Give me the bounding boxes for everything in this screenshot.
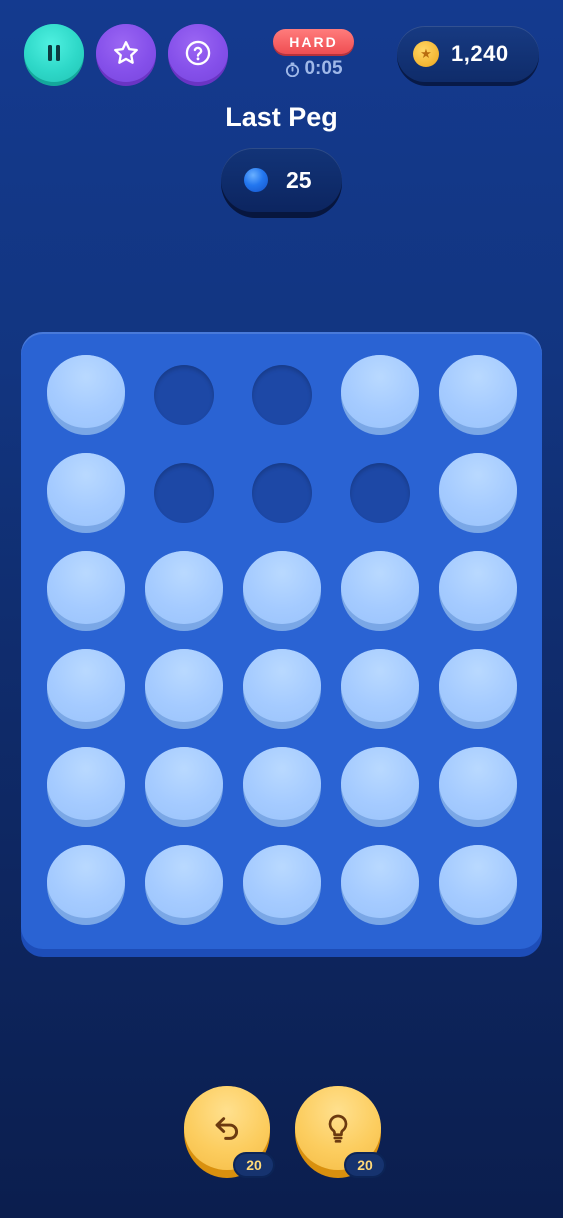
board-cell[interactable] — [242, 355, 322, 435]
board-cell[interactable] — [438, 747, 518, 827]
hint-count: 20 — [357, 1157, 373, 1173]
board-cell[interactable] — [340, 355, 420, 435]
undo-count-badge: 20 — [233, 1152, 275, 1178]
peg[interactable] — [47, 845, 125, 925]
board-cell[interactable] — [242, 551, 322, 631]
peg[interactable] — [439, 747, 517, 827]
board-cell[interactable] — [340, 551, 420, 631]
peg[interactable] — [439, 551, 517, 631]
board-cell[interactable] — [46, 453, 126, 533]
level-title: Last Peg — [225, 102, 338, 132]
peg[interactable] — [439, 355, 517, 435]
star-icon — [114, 41, 138, 64]
empty-hole[interactable] — [154, 463, 214, 523]
board-cell[interactable] — [46, 551, 126, 631]
peg[interactable] — [47, 453, 125, 533]
board-cell[interactable] — [438, 355, 518, 435]
pegs-remaining-value: 25 — [286, 166, 312, 193]
peg[interactable] — [145, 747, 223, 827]
difficulty-label: HARD — [289, 33, 338, 50]
game-board — [21, 332, 542, 957]
pegs-remaining-counter: 25 — [221, 148, 342, 218]
peg[interactable] — [341, 747, 419, 827]
timer-value: 0:05 — [304, 58, 343, 79]
board-cell[interactable] — [144, 453, 224, 533]
peg-grid — [21, 332, 542, 949]
board-cell[interactable] — [438, 845, 518, 925]
timer: 0:05 — [278, 57, 350, 81]
board-cell[interactable] — [144, 551, 224, 631]
board-cell[interactable] — [144, 845, 224, 925]
peg[interactable] — [145, 551, 223, 631]
peg[interactable] — [243, 747, 321, 827]
help-button[interactable] — [168, 24, 228, 86]
peg[interactable] — [439, 845, 517, 925]
empty-hole[interactable] — [350, 463, 410, 523]
coin-balance[interactable]: ★ 1,240 — [397, 26, 539, 86]
board-cell[interactable] — [242, 747, 322, 827]
board-cell[interactable] — [340, 747, 420, 827]
pause-icon — [48, 45, 60, 61]
board-cell[interactable] — [242, 649, 322, 729]
peg[interactable] — [243, 551, 321, 631]
peg[interactable] — [243, 649, 321, 729]
board-cell[interactable] — [340, 845, 420, 925]
stopwatch-icon — [286, 61, 300, 77]
board-cell[interactable] — [438, 551, 518, 631]
board-cell[interactable] — [144, 355, 224, 435]
undo-icon — [215, 1117, 239, 1140]
board-cell[interactable] — [438, 649, 518, 729]
pause-button[interactable] — [24, 24, 84, 86]
peg[interactable] — [47, 355, 125, 435]
peg[interactable] — [341, 649, 419, 729]
board-cell[interactable] — [46, 649, 126, 729]
empty-hole[interactable] — [252, 365, 312, 425]
peg[interactable] — [439, 649, 517, 729]
board-cell[interactable] — [340, 453, 420, 533]
peg[interactable] — [439, 453, 517, 533]
board-cell[interactable] — [46, 355, 126, 435]
board-cell[interactable] — [242, 845, 322, 925]
peg[interactable] — [341, 355, 419, 435]
peg[interactable] — [47, 747, 125, 827]
difficulty-badge: HARD — [273, 29, 354, 54]
peg[interactable] — [47, 649, 125, 729]
coin-icon: ★ — [413, 41, 439, 67]
coin-amount: 1,240 — [451, 41, 509, 66]
board-cell[interactable] — [46, 845, 126, 925]
lightbulb-icon — [328, 1114, 348, 1143]
board-cell[interactable] — [144, 747, 224, 827]
hint-count-badge: 20 — [344, 1152, 386, 1178]
empty-hole[interactable] — [154, 365, 214, 425]
peg[interactable] — [145, 649, 223, 729]
peg[interactable] — [47, 551, 125, 631]
empty-hole[interactable] — [252, 463, 312, 523]
peg[interactable] — [341, 845, 419, 925]
peg[interactable] — [341, 551, 419, 631]
peg[interactable] — [145, 845, 223, 925]
board-cell[interactable] — [144, 649, 224, 729]
favorite-button[interactable] — [96, 24, 156, 86]
board-cell[interactable] — [438, 453, 518, 533]
board-cell[interactable] — [46, 747, 126, 827]
peg[interactable] — [243, 845, 321, 925]
peg-icon — [244, 168, 268, 192]
board-cell[interactable] — [242, 453, 322, 533]
board-cell[interactable] — [340, 649, 420, 729]
question-icon — [185, 40, 211, 66]
undo-count: 20 — [246, 1157, 262, 1173]
